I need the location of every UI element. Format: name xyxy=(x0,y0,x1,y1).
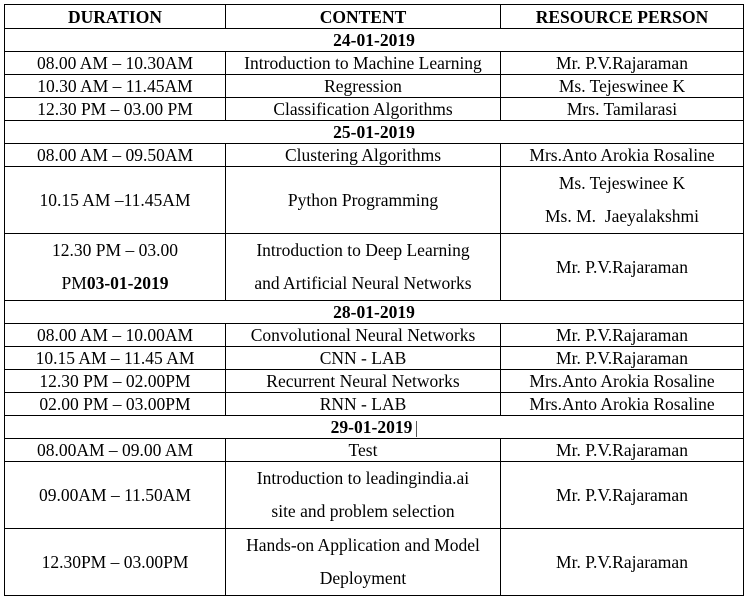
duration-cell: 10.30 AM – 11.45AM xyxy=(4,74,226,98)
resource-line: Ms. M. Jaeyalakshmi xyxy=(544,206,700,226)
table-row: 08.00 AM – 10.00AM Convolutional Neural … xyxy=(4,323,744,347)
duration-line: PM xyxy=(61,273,87,293)
schedule-table: DURATION CONTENT RESOURCE PERSON 24-01-2… xyxy=(4,4,744,596)
resource-cell: Mr. P.V.Rajaraman xyxy=(500,233,744,301)
content-cell: Recurrent Neural Networks xyxy=(225,369,501,393)
resource-cell: Mr. P.V.Rajaraman xyxy=(500,346,744,370)
content-header: CONTENT xyxy=(225,4,501,29)
resource-cell: Mr. P.V.Rajaraman xyxy=(500,323,744,347)
duration-cell: 12.30 PM – 03.00 PM03-01-2019 xyxy=(4,233,226,301)
table-row: 10.30 AM – 11.45AM Regression Ms. Tejesw… xyxy=(4,74,744,98)
resource-cell: Mrs. Tamilarasi xyxy=(500,97,744,121)
duration-cell: 08.00 AM – 10.30AM xyxy=(4,51,226,75)
table-row: 12.30PM – 03.00PM Hands-on Application a… xyxy=(4,528,744,596)
table-row: 12.30 PM – 03.00 PM Classification Algor… xyxy=(4,97,744,121)
date-row: 28-01-2019 xyxy=(4,300,744,324)
content-line: and Artificial Neural Networks xyxy=(254,273,472,293)
table-row: 10.15 AM –11.45AM Python Programming Ms.… xyxy=(4,166,744,234)
duration-cell: 12.30 PM – 02.00PM xyxy=(4,369,226,393)
duration-cell: 08.00AM – 09.00 AM xyxy=(4,438,226,462)
date-cell: 28-01-2019 xyxy=(4,300,744,324)
content-cell: Introduction to Deep Learning and Artifi… xyxy=(225,233,501,301)
date-cell: 29-01-2019 xyxy=(4,415,744,439)
content-cell: RNN - LAB xyxy=(225,392,501,416)
content-cell: Python Programming xyxy=(225,166,501,234)
duration-cell: 08.00 AM – 10.00AM xyxy=(4,323,226,347)
content-line: Introduction to leadingindia.ai xyxy=(256,468,470,488)
content-line: Introduction to Deep Learning xyxy=(256,240,470,260)
date-cell: 24-01-2019 xyxy=(4,28,744,52)
content-cell: Regression xyxy=(225,74,501,98)
content-line: site and problem selection xyxy=(271,501,455,521)
resource-header: RESOURCE PERSON xyxy=(500,4,744,29)
resource-line: Ms. Tejeswinee K xyxy=(558,173,686,193)
table-row: 08.00AM – 09.00 AM Test Mr. P.V.Rajarama… xyxy=(4,438,744,462)
duration-cell: 09.00AM – 11.50AM xyxy=(4,461,226,529)
duration-cell: 08.00 AM – 09.50AM xyxy=(4,143,226,167)
date-row: 24-01-2019 xyxy=(4,28,744,52)
resource-cell: Mr. P.V.Rajaraman xyxy=(500,438,744,462)
content-cell: Hands-on Application and Model Deploymen… xyxy=(225,528,501,596)
duration-cell: 02.00 PM – 03.00PM xyxy=(4,392,226,416)
text-cursor-icon xyxy=(416,420,418,437)
content-cell: Test xyxy=(225,438,501,462)
resource-cell: Mrs.Anto Arokia Rosaline xyxy=(500,369,744,393)
duration-bold-suffix: 03-01-2019 xyxy=(86,273,169,293)
content-line: Deployment xyxy=(319,568,407,588)
content-line: Hands-on Application and Model xyxy=(246,535,480,555)
resource-cell: Ms. Tejeswinee K xyxy=(500,74,744,98)
resource-cell: Mrs.Anto Arokia Rosaline xyxy=(500,143,744,167)
duration-cell: 12.30PM – 03.00PM xyxy=(4,528,226,596)
resource-cell: Mr. P.V.Rajaraman xyxy=(500,461,744,529)
date-text: 29-01-2019 xyxy=(330,417,413,437)
content-cell: Introduction to Machine Learning xyxy=(225,51,501,75)
content-cell: Classification Algorithms xyxy=(225,97,501,121)
table-row: 12.30 PM – 03.00 PM03-01-2019 Introducti… xyxy=(4,233,744,301)
resource-cell: Mr. P.V.Rajaraman xyxy=(500,51,744,75)
resource-cell: Mr. P.V.Rajaraman xyxy=(500,528,744,596)
table-row: 10.15 AM – 11.45 AM CNN - LAB Mr. P.V.Ra… xyxy=(4,346,744,370)
date-row: 25-01-2019 xyxy=(4,120,744,144)
duration-cell: 10.15 AM –11.45AM xyxy=(4,166,226,234)
content-cell: CNN - LAB xyxy=(225,346,501,370)
table-row: 02.00 PM – 03.00PM RNN - LAB Mrs.Anto Ar… xyxy=(4,392,744,416)
date-cell: 25-01-2019 xyxy=(4,120,744,144)
duration-cell: 10.15 AM – 11.45 AM xyxy=(4,346,226,370)
resource-cell: Mrs.Anto Arokia Rosaline xyxy=(500,392,744,416)
content-cell: Introduction to leadingindia.ai site and… xyxy=(225,461,501,529)
content-cell: Clustering Algorithms xyxy=(225,143,501,167)
content-cell: Convolutional Neural Networks xyxy=(225,323,501,347)
resource-cell: Ms. Tejeswinee K Ms. M. Jaeyalakshmi xyxy=(500,166,744,234)
table-row: 08.00 AM – 09.50AM Clustering Algorithms… xyxy=(4,143,744,167)
header-row: DURATION CONTENT RESOURCE PERSON xyxy=(4,4,744,29)
table-row: 09.00AM – 11.50AM Introduction to leadin… xyxy=(4,461,744,529)
duration-cell: 12.30 PM – 03.00 PM xyxy=(4,97,226,121)
duration-header: DURATION xyxy=(4,4,226,29)
table-row: 08.00 AM – 10.30AM Introduction to Machi… xyxy=(4,51,744,75)
date-row: 29-01-2019 xyxy=(4,415,744,439)
duration-line: 12.30 PM – 03.00 xyxy=(52,240,178,260)
table-row: 12.30 PM – 02.00PM Recurrent Neural Netw… xyxy=(4,369,744,393)
